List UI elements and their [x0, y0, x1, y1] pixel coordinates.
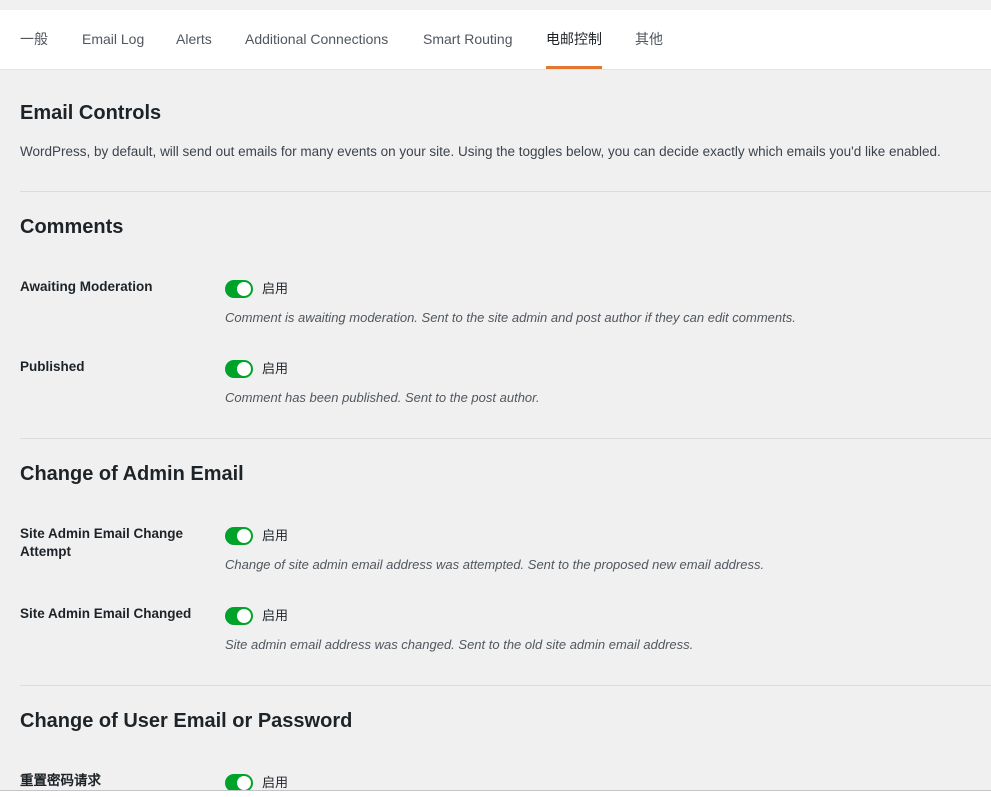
row-description-published: Comment has been published. Sent to the …: [225, 390, 540, 405]
toggle-awaiting-moderation[interactable]: [225, 280, 253, 298]
toggle-label-site-admin-email-changed: 启用: [262, 608, 289, 623]
row-label-awaiting-moderation: Awaiting Moderation: [20, 279, 153, 294]
tab-email-log[interactable]: Email Log: [82, 10, 144, 69]
row-label-published: Published: [20, 359, 85, 374]
section-divider: [20, 438, 991, 439]
toggle-published[interactable]: [225, 360, 253, 378]
toggle-label-site-admin-email-change-attempt: 启用: [262, 528, 289, 543]
settings-tab-bar: 一般 Email Log Alerts Additional Connectio…: [0, 10, 991, 70]
top-strip: [0, 0, 991, 10]
section-title-change-of-user-email-or-password: Change of User Email or Password: [20, 710, 353, 732]
page-description: WordPress, by default, will send out ema…: [20, 144, 941, 159]
row-label-site-admin-email-change-attempt: Site Admin Email Change Attempt: [20, 526, 184, 559]
row-description-site-admin-email-change-attempt: Change of site admin email address was a…: [225, 557, 765, 572]
section-divider: [20, 685, 991, 686]
tab-misc[interactable]: 其他: [635, 10, 663, 69]
row-description-awaiting-moderation: Comment is awaiting moderation. Sent to …: [225, 310, 796, 325]
row-label-site-admin-email-changed: Site Admin Email Changed: [20, 606, 192, 621]
row-description-site-admin-email-changed: Site admin email address was changed. Se…: [225, 637, 694, 652]
toggle-site-admin-email-changed[interactable]: [225, 607, 253, 625]
tab-email-controls[interactable]: 电邮控制: [546, 10, 602, 69]
toggle-knob: [237, 776, 251, 790]
tab-smart-routing[interactable]: Smart Routing: [423, 10, 512, 69]
toggle-site-admin-email-change-attempt[interactable]: [225, 527, 253, 545]
toggle-knob: [237, 529, 251, 543]
row-label-password-reset-request: 重置密码请求: [20, 773, 101, 788]
section-title-comments: Comments: [20, 216, 124, 238]
toggle-label-awaiting-moderation: 启用: [262, 281, 289, 296]
tab-general[interactable]: 一般: [20, 10, 48, 69]
toggle-label-published: 启用: [262, 361, 289, 376]
tab-alerts[interactable]: Alerts: [176, 10, 212, 69]
toggle-knob: [237, 609, 251, 623]
tab-additional-connections[interactable]: Additional Connections: [245, 10, 388, 69]
page-title: Email Controls: [20, 102, 162, 124]
toggle-knob: [237, 282, 251, 296]
toggle-knob: [237, 362, 251, 376]
section-divider: [20, 191, 991, 192]
section-title-change-of-admin-email: Change of Admin Email: [20, 463, 244, 485]
